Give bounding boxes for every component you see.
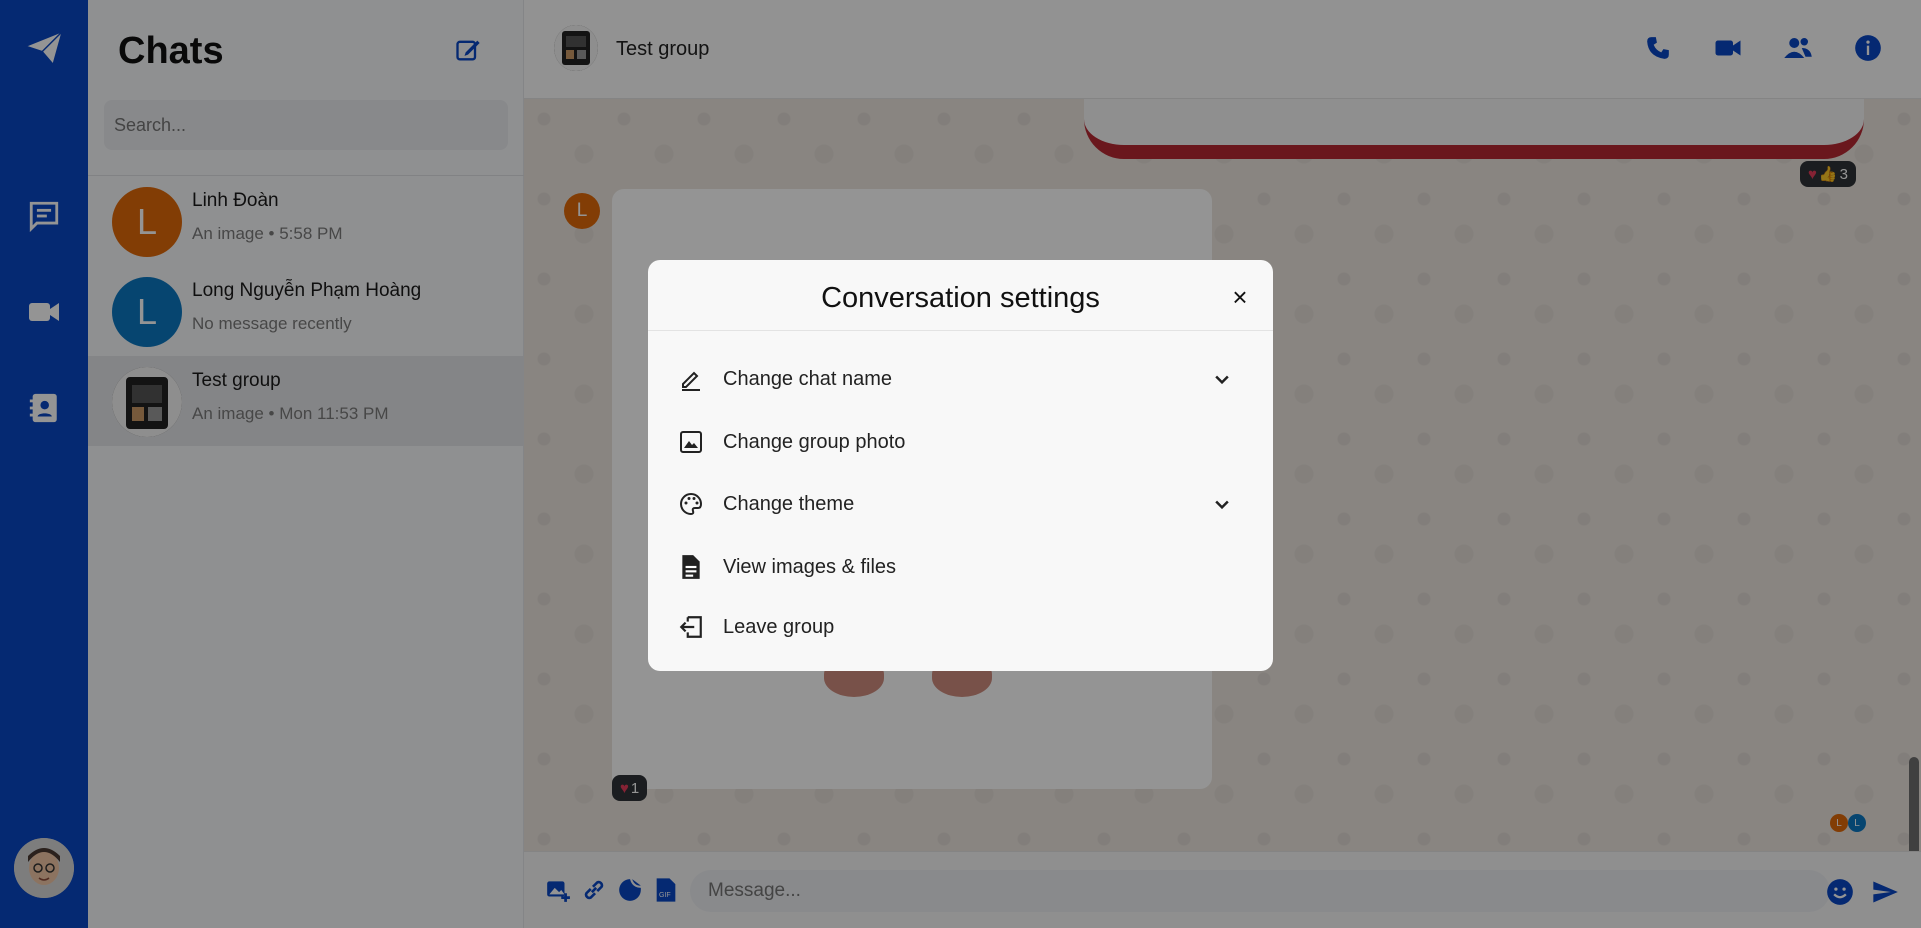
image-icon [678, 429, 704, 455]
option-label: View images & files [723, 556, 897, 578]
option-label: Leave group [723, 616, 835, 638]
modal-title: Conversation settings [821, 282, 1100, 314]
leave-icon [678, 614, 704, 640]
option-view-images-files[interactable]: View images & files [648, 542, 1273, 592]
option-change-chat-name[interactable]: Change chat name [648, 354, 1273, 404]
close-icon[interactable]: × [1225, 282, 1255, 312]
pencil-icon [678, 366, 704, 392]
modal-divider [648, 330, 1273, 331]
app-root: Chats L Linh Đoàn An image • 5:58 PM L L… [0, 0, 1921, 928]
document-icon [678, 554, 704, 580]
option-change-theme[interactable]: Change theme [648, 479, 1273, 529]
option-label: Change theme [723, 493, 855, 515]
chevron-down-icon[interactable] [1210, 492, 1234, 516]
option-label: Change chat name [723, 368, 893, 390]
option-leave-group[interactable]: Leave group [648, 602, 1273, 652]
option-label: Change group photo [723, 431, 906, 453]
conversation-settings-modal: Conversation settings × Change chat name… [648, 260, 1273, 671]
palette-icon [678, 491, 704, 517]
option-change-group-photo[interactable]: Change group photo [648, 417, 1273, 467]
chevron-down-icon[interactable] [1210, 367, 1234, 391]
